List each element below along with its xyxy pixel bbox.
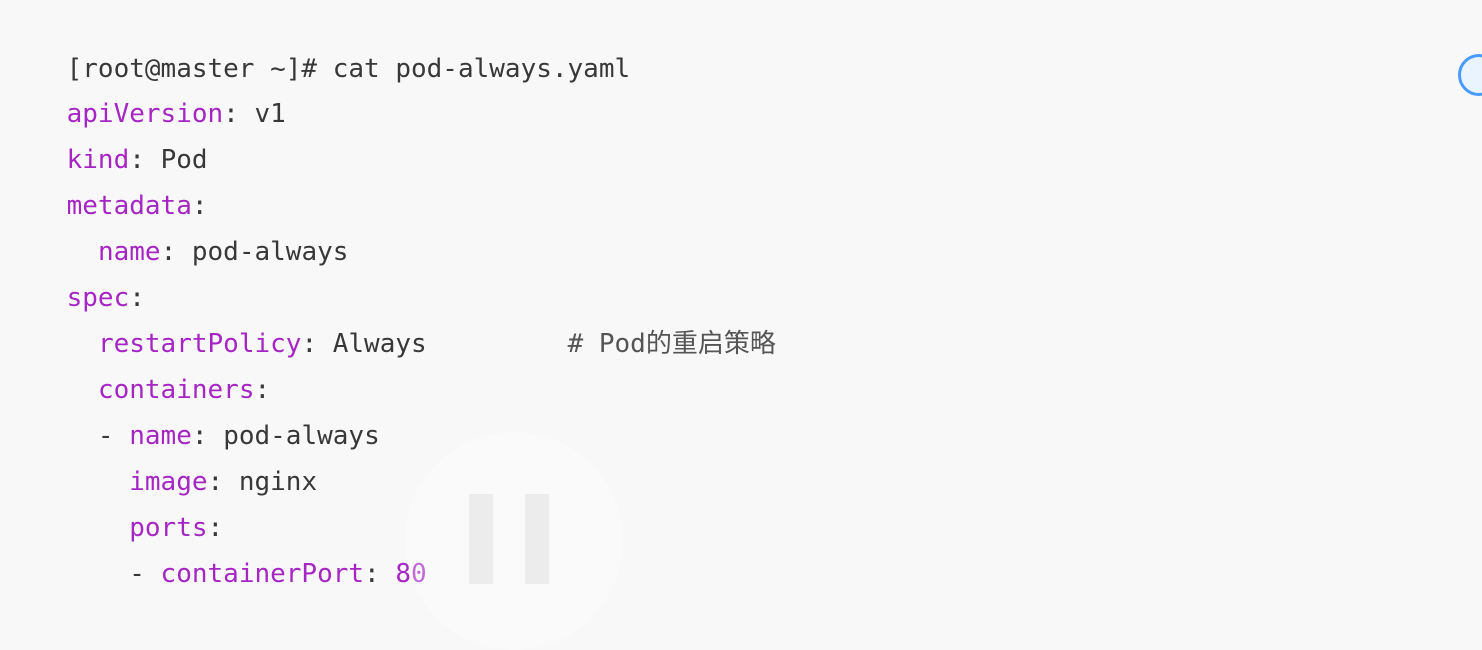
- yaml-spacer: [427, 329, 568, 359]
- yaml-kind-line: kind: Pod: [4, 91, 208, 175]
- yaml-spec-line: spec:: [4, 229, 145, 313]
- yaml-separator: :: [301, 329, 333, 359]
- yaml-separator: :: [223, 99, 255, 129]
- yaml-apiversion-line: apiVersion: v1: [4, 45, 286, 129]
- pause-icon[interactable]: [405, 432, 623, 650]
- yaml-ports-line: ports:: [4, 459, 223, 543]
- yaml-container-name-line: - name: pod-always: [4, 367, 380, 451]
- yaml-comment-cjk: 的重启策略: [645, 329, 776, 359]
- terminal-output: [root@master ~]# cat pod-always.yaml api…: [0, 0, 1482, 589]
- yaml-metadata-line: metadata:: [4, 137, 208, 221]
- yaml-value-name: pod-always: [191, 237, 349, 267]
- yaml-restartpolicy-line: restartPolicy: Always # Pod的重启策略: [4, 275, 776, 359]
- yaml-value-apiversion: v1: [254, 99, 286, 129]
- yaml-metadata-name-line: name: pod-always: [4, 183, 348, 267]
- yaml-comment-prefix: # Pod: [567, 329, 646, 359]
- yaml-separator: :: [160, 237, 192, 267]
- yaml-containers-line: containers:: [4, 321, 270, 405]
- pause-bar-right: [525, 494, 549, 584]
- yaml-containerport-line: - containerPort: 80: [4, 505, 426, 589]
- shell-command-line: [root@master ~]# cat pod-always.yaml: [4, 0, 631, 84]
- yaml-list-prefix: -: [66, 559, 161, 589]
- yaml-image-line: image: nginx: [4, 413, 317, 497]
- yaml-value-image: nginx: [238, 467, 318, 497]
- yaml-key-containerport: containerPort: [160, 559, 365, 589]
- pause-bar-left: [469, 494, 493, 584]
- yaml-value-restartpolicy: Always: [332, 329, 427, 359]
- yaml-separator: :: [364, 559, 396, 589]
